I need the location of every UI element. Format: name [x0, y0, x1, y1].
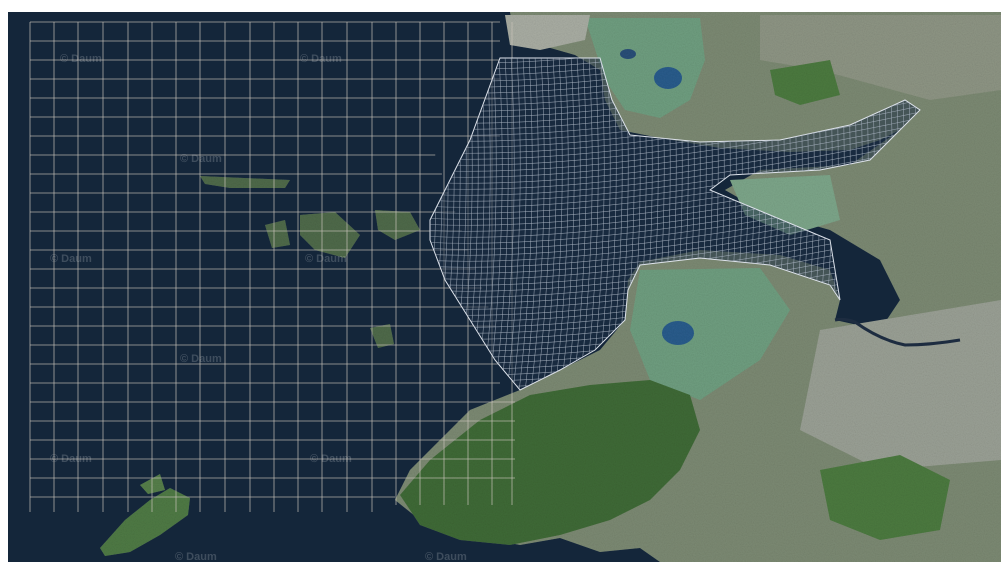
watermark: © Daum: [425, 551, 467, 563]
watermark: © Daum: [50, 453, 92, 465]
watermark: © Daum: [60, 53, 102, 65]
watermark: © Daum: [175, 551, 217, 563]
watermark: © Daum: [300, 53, 342, 65]
watermark: © Daum: [310, 453, 352, 465]
lake-north: [654, 67, 682, 89]
watermark: © Daum: [50, 253, 92, 265]
lake-middle: [662, 321, 694, 345]
watermark: © Daum: [305, 253, 347, 265]
lake-small: [620, 49, 636, 59]
satellite-map[interactable]: © Daum © Daum © Daum © Daum © Daum © Dau…: [0, 0, 1007, 568]
watermark: © Daum: [180, 353, 222, 365]
watermark: © Daum: [180, 153, 222, 165]
